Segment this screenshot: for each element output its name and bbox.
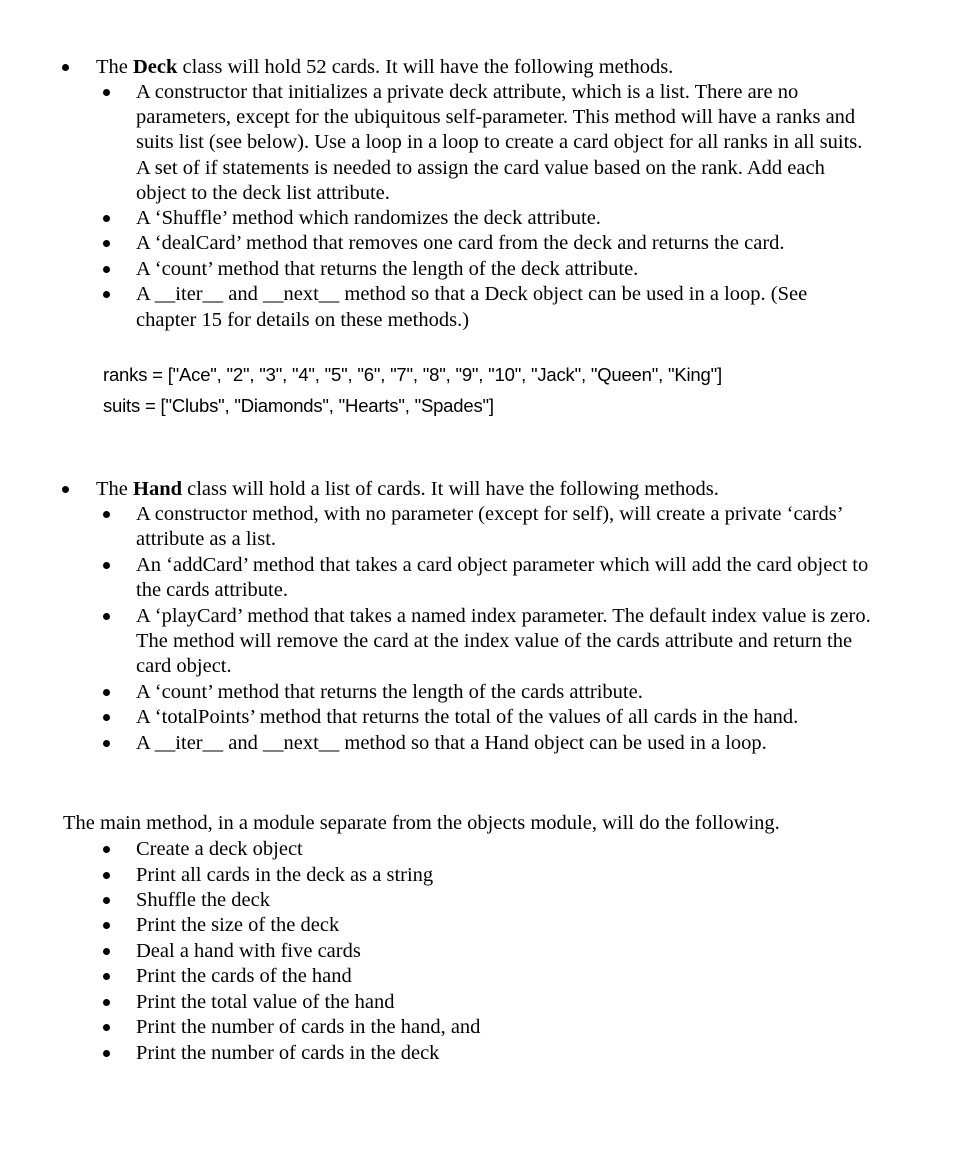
- main-step: Create a deck object: [136, 838, 303, 860]
- bullet-icon: [103, 922, 110, 929]
- suits-code-line: suits = ["Clubs", "Diamonds", "Hearts", …: [103, 395, 494, 416]
- deck-item-constructor-line: parameters, except for the ubiquitous se…: [136, 106, 856, 128]
- hand-item-count: A ‘count’ method that returns the length…: [136, 681, 643, 703]
- bullet-icon: [103, 89, 110, 96]
- bullet-icon: [103, 511, 110, 518]
- bullet-icon: [62, 64, 69, 71]
- bullet-icon: [103, 999, 110, 1006]
- bullet-icon: [103, 973, 110, 980]
- bullet-icon: [103, 562, 110, 569]
- deck-intro-prefix: The: [96, 56, 133, 78]
- hand-intro: The Hand class will hold a list of cards…: [96, 477, 719, 502]
- bullet-icon: [103, 1050, 110, 1057]
- main-intro: The main method, in a module separate fr…: [63, 812, 780, 834]
- bullet-icon: [103, 740, 110, 747]
- bullet-icon: [103, 846, 110, 853]
- bullet-icon: [62, 486, 69, 493]
- main-step: Print the cards of the hand: [136, 965, 352, 987]
- hand-item-totalpoints: A ‘totalPoints’ method that returns the …: [136, 706, 799, 728]
- bullet-icon: [103, 215, 110, 222]
- deck-item-shuffle: A ‘Shuffle’ method which randomizes the …: [136, 207, 601, 229]
- ranks-code-line: ranks = ["Ace", "2", "3", "4", "5", "6",…: [103, 364, 722, 385]
- bullet-icon: [103, 689, 110, 696]
- deck-item-dealcard: A ‘dealCard’ method that removes one car…: [136, 232, 785, 254]
- bullet-icon: [103, 948, 110, 955]
- hand-item-addcard-line: An ‘addCard’ method that takes a card ob…: [136, 554, 869, 576]
- deck-item-constructor-line: A constructor that initializes a private…: [136, 81, 799, 103]
- deck-item-constructor-line: object to the deck list attribute.: [136, 182, 390, 204]
- hand-item-addcard-line: the cards attribute.: [136, 579, 288, 601]
- bullet-icon: [103, 266, 110, 273]
- bullet-icon: [103, 714, 110, 721]
- hand-intro-suffix: class will hold a list of cards. It will…: [182, 478, 719, 500]
- deck-class-name: Deck: [133, 56, 178, 78]
- bullet-icon: [103, 240, 110, 247]
- bullet-icon: [103, 897, 110, 904]
- deck-item-count: A ‘count’ method that returns the length…: [136, 258, 639, 280]
- main-step: Print the number of cards in the hand, a…: [136, 1016, 481, 1038]
- bullet-icon: [103, 291, 110, 298]
- hand-item-playcard-line: card object.: [136, 655, 232, 677]
- bullet-icon: [103, 613, 110, 620]
- hand-intro-prefix: The: [96, 478, 133, 500]
- main-step: Print the size of the deck: [136, 914, 340, 936]
- main-step: Print the number of cards in the deck: [136, 1042, 440, 1064]
- deck-item-constructor-line: suits list (see below). Use a loop in a …: [136, 131, 863, 153]
- main-step: Deal a hand with five cards: [136, 940, 361, 962]
- deck-item-constructor-line: A set of if statements is needed to assi…: [136, 157, 825, 179]
- hand-item-constructor-line: A constructor method, with no parameter …: [136, 503, 844, 525]
- hand-item-iter: A __iter__ and __next__ method so that a…: [136, 732, 767, 754]
- deck-intro: The Deck class will hold 52 cards. It wi…: [96, 55, 673, 80]
- hand-item-constructor-line: attribute as a list.: [136, 528, 277, 550]
- main-step: Print all cards in the deck as a string: [136, 864, 434, 886]
- deck-item-iter-line: A __iter__ and __next__ method so that a…: [136, 283, 808, 305]
- deck-intro-suffix: class will hold 52 cards. It will have t…: [177, 56, 674, 78]
- bullet-icon: [103, 872, 110, 879]
- main-step: Shuffle the deck: [136, 889, 270, 911]
- hand-class-name: Hand: [133, 478, 182, 500]
- main-step: Print the total value of the hand: [136, 991, 395, 1013]
- hand-item-playcard-line: The method will remove the card at the i…: [136, 630, 853, 652]
- bullet-icon: [103, 1024, 110, 1031]
- deck-item-iter-line: chapter 15 for details on these methods.…: [136, 309, 470, 331]
- hand-item-playcard-line: A ‘playCard’ method that takes a named i…: [136, 605, 871, 627]
